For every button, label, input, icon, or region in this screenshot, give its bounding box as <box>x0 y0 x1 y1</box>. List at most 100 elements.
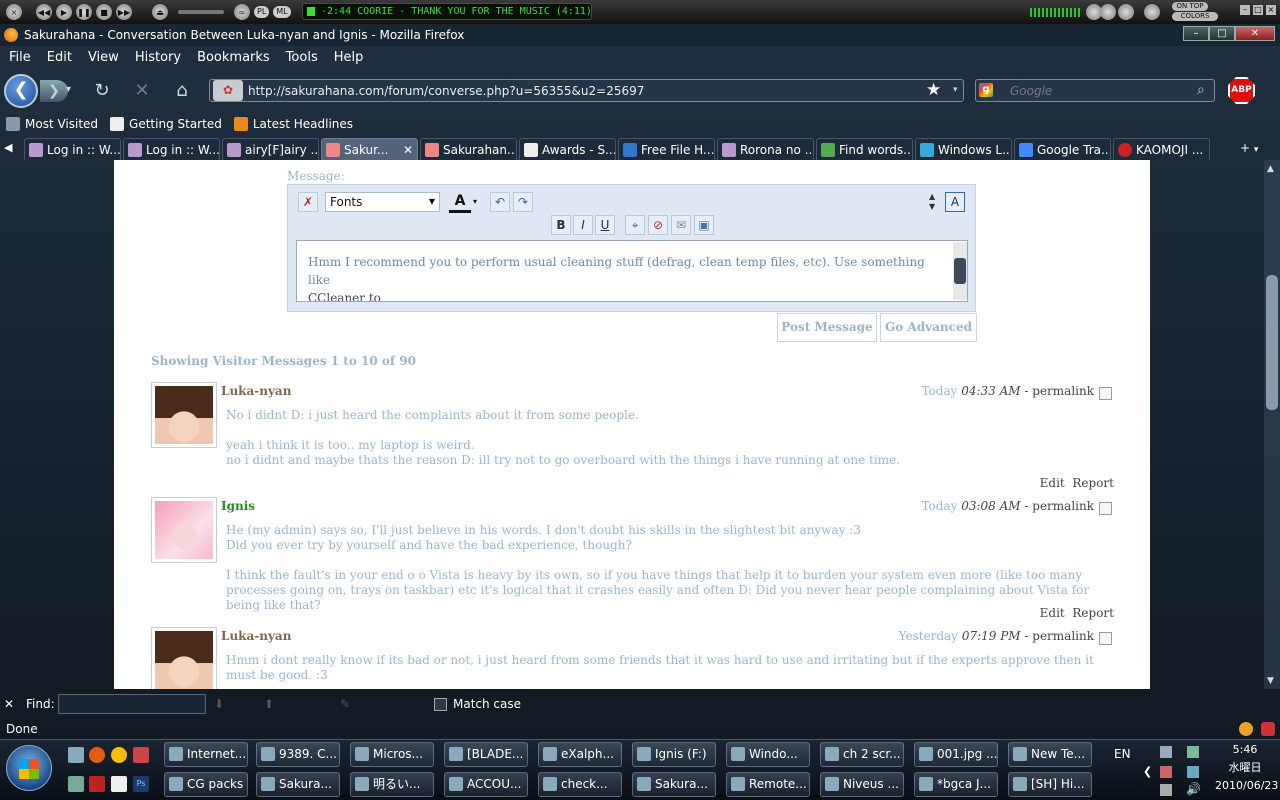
search-magnifier-icon[interactable]: ⌕ <box>1197 82 1205 98</box>
menu-edit[interactable]: Edit <box>47 50 72 65</box>
quicklaunch-icon[interactable] <box>68 747 84 763</box>
filezilla-quicklaunch-icon[interactable] <box>89 776 105 792</box>
tab-sakurahana-active[interactable]: Sakur... ✕ <box>321 138 418 160</box>
google-icon[interactable]: g <box>979 83 993 97</box>
status-addon-icon-2[interactable] <box>1261 722 1275 736</box>
font-color-dropdown-icon[interactable]: ▾ <box>473 197 477 206</box>
bold-icon[interactable]: B <box>551 215 571 235</box>
avatar[interactable] <box>151 497 217 563</box>
underline-icon[interactable]: U <box>595 215 615 235</box>
taskbar-item[interactable]: Micros... <box>350 742 434 767</box>
quicklaunch-icon-2[interactable] <box>68 776 84 792</box>
language-indicator[interactable]: EN <box>1114 747 1131 761</box>
taskbar-item[interactable]: Sakura... <box>256 772 340 797</box>
menu-history[interactable]: History <box>135 50 181 65</box>
report-link[interactable]: Report <box>1072 476 1114 490</box>
taskbar-item[interactable]: [BLADE... <box>444 742 528 767</box>
photoshop-quicklaunch-icon[interactable]: Ps <box>133 776 149 792</box>
tab-sakurahana[interactable]: Sakurahan... <box>420 138 517 160</box>
close-button[interactable]: ✕ <box>1235 26 1275 41</box>
page-scroll-thumb[interactable] <box>1266 275 1278 410</box>
repeat-icon[interactable]: ∞ <box>234 4 250 20</box>
site-favicon-icon[interactable]: ✿ <box>213 80 243 101</box>
new-tab-icon[interactable]: + <box>1240 141 1250 155</box>
insert-image-icon[interactable]: ▣ <box>694 215 714 235</box>
find-previous-icon[interactable]: ⬆ <box>264 697 274 711</box>
system-clock[interactable]: 5:46 水曜日 2010/06/23 <box>1215 741 1278 795</box>
tab-rorona[interactable]: Rorona no ... <box>717 138 814 160</box>
permalink-link[interactable]: permalink <box>1032 499 1094 513</box>
tab-free-file[interactable]: Free File H... <box>618 138 715 160</box>
message-textarea[interactable]: Hmm I recommend you to perform usual cle… <box>296 240 968 302</box>
taskbar-item[interactable]: Sakura... <box>632 772 716 797</box>
stop-icon[interactable]: ■ <box>96 4 112 20</box>
find-input[interactable] <box>58 694 206 714</box>
taskbar-item[interactable]: Internet... <box>164 742 248 767</box>
tab-login-1[interactable]: Log in :: W... <box>24 138 121 160</box>
start-button[interactable] <box>6 745 52 791</box>
menu-tools[interactable]: Tools <box>286 50 318 65</box>
taskbar-item[interactable]: Windo... <box>726 742 810 767</box>
switch-editor-mode-icon[interactable]: A <box>945 192 965 212</box>
menu-view[interactable]: View <box>88 50 119 65</box>
insert-email-icon[interactable]: ✉ <box>671 215 691 235</box>
winamp-icon-3[interactable] <box>1118 4 1134 20</box>
tray-icon-2[interactable] <box>1187 766 1199 778</box>
tab-airy-fairy[interactable]: airy[F]airy ... <box>222 138 319 160</box>
taskbar-item[interactable]: check... <box>538 772 622 797</box>
tab-google-translate[interactable]: Google Tra... <box>1014 138 1111 160</box>
tab-windows-live[interactable]: Windows L... <box>915 138 1012 160</box>
pause-icon[interactable]: ❚❚ <box>76 4 92 20</box>
edit-link[interactable]: Edit <box>1040 606 1065 620</box>
tray-expand-icon[interactable]: ❮ <box>1143 765 1152 778</box>
reload-icon[interactable]: ↻ <box>90 79 114 103</box>
avatar[interactable] <box>151 627 217 689</box>
taskbar-item[interactable]: *bgca J... <box>914 772 998 797</box>
menu-help[interactable]: Help <box>334 50 364 65</box>
permalink-link[interactable]: permalink <box>1032 629 1094 643</box>
tray-icon[interactable] <box>1160 766 1172 778</box>
menu-file[interactable]: File <box>9 50 31 65</box>
home-icon[interactable]: ⌂ <box>170 79 194 103</box>
bookmark-star-icon[interactable]: ★ <box>926 80 941 100</box>
tray-power-icon[interactable] <box>1187 746 1199 758</box>
tab-list-icon[interactable]: ▾ <box>1254 145 1259 155</box>
font-color-icon[interactable]: A <box>449 193 471 213</box>
previous-icon[interactable]: ◀◀ <box>36 4 52 20</box>
edit-link[interactable]: Edit <box>1040 476 1065 490</box>
status-addon-icon[interactable] <box>1239 722 1253 736</box>
tab-login-2[interactable]: Log in :: W... <box>123 138 220 160</box>
bookmark-getting-started[interactable]: Getting Started <box>110 117 222 131</box>
taskbar-item[interactable]: ACCOU... <box>444 772 528 797</box>
maximize-button[interactable]: □ <box>1209 26 1235 41</box>
poster-name[interactable]: Luka-nyan <box>221 629 291 643</box>
url-dropdown-icon[interactable]: ▾ <box>953 85 958 95</box>
adblock-icon[interactable]: ABP <box>1228 77 1255 104</box>
next-icon[interactable]: ▶▶ <box>116 4 132 20</box>
tray-network-icon[interactable] <box>1160 746 1172 758</box>
notepad-quicklaunch-icon[interactable] <box>111 776 127 792</box>
taskbar-item[interactable]: 001.jpg ... <box>914 742 998 767</box>
tray-icon-3[interactable] <box>1160 784 1172 796</box>
page-scrollbar[interactable] <box>1264 160 1280 689</box>
remove-format-icon[interactable]: ✗ <box>298 192 318 212</box>
winamp-icon-2[interactable] <box>1100 4 1116 20</box>
find-close-icon[interactable]: ✕ <box>4 697 14 711</box>
taskbar-item[interactable]: Niveus ... <box>820 772 904 797</box>
taskbar-item[interactable]: New Te... <box>1008 742 1092 767</box>
undo-icon[interactable]: ↶ <box>490 192 510 212</box>
taskbar-item[interactable]: 明るい... <box>350 772 434 797</box>
go-advanced-button[interactable]: Go Advanced <box>880 313 977 342</box>
eject-icon[interactable]: ⏏ <box>152 4 168 20</box>
media-library-button[interactable]: ML <box>273 6 291 18</box>
on-top-button[interactable]: ON TOP <box>1172 2 1208 11</box>
taskbar-item[interactable]: ch 2 scr... <box>820 742 904 767</box>
paint-quicklaunch-icon[interactable] <box>133 747 149 763</box>
post-message-button[interactable]: Post Message <box>777 313 877 342</box>
volume-icon[interactable]: 🔊 <box>1186 782 1201 796</box>
remove-link-icon[interactable]: ⊘ <box>648 215 668 235</box>
poster-name[interactable]: Ignis <box>221 499 255 513</box>
menu-bookmarks[interactable]: Bookmarks <box>197 50 270 65</box>
permalink-link[interactable]: permalink <box>1032 384 1094 398</box>
stop-load-icon[interactable]: ✕ <box>130 79 154 103</box>
